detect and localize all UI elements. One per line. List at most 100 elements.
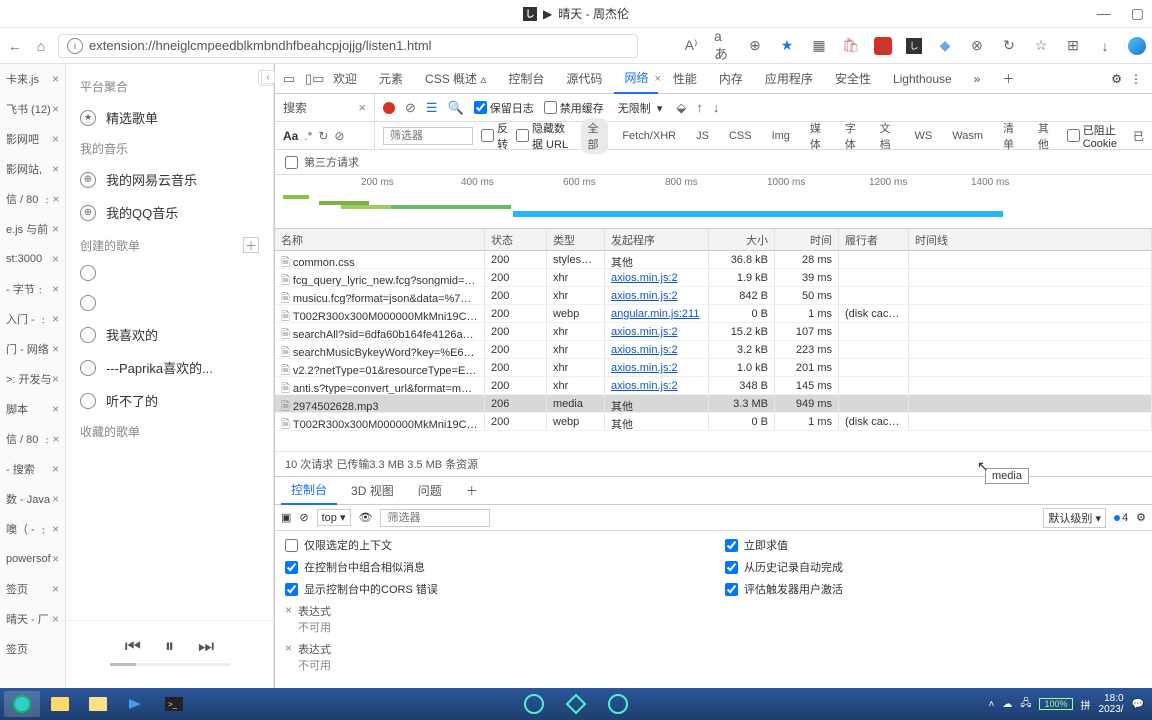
more-tabs-button[interactable]: » — [964, 66, 991, 92]
cart-icon[interactable]: 🛍 — [842, 37, 860, 55]
console-setting-checkbox[interactable]: 从历史记录自动完成 — [725, 559, 1142, 575]
col-initiator[interactable]: 发起程序 — [605, 229, 709, 250]
favorite-star-icon[interactable]: ★ — [778, 37, 796, 55]
more-menu-icon[interactable]: ⋮ — [1130, 72, 1142, 86]
close-tab-icon[interactable]: × — [52, 192, 59, 206]
record-button[interactable] — [383, 102, 395, 114]
taskbar-vscode-icon[interactable] — [118, 691, 154, 717]
close-tab-icon[interactable]: × — [52, 102, 59, 116]
sidebar-item-qq[interactable]: ⊕我的QQ音乐 — [66, 196, 273, 229]
drawer-add-tab[interactable]: ＋ — [456, 477, 488, 504]
third-party-checkbox[interactable] — [285, 156, 298, 169]
console-context-select[interactable]: top ▾ — [317, 509, 351, 526]
col-status[interactable]: 状态 — [485, 229, 547, 250]
sidebar-item-playlist[interactable] — [66, 258, 273, 288]
browser-tab[interactable]: >: 开发与× — [0, 364, 65, 394]
devtools-tab[interactable]: 网络 — [614, 63, 658, 94]
sidebar-item-playlist[interactable] — [66, 288, 273, 318]
console-setting-checkbox[interactable]: 仅限选定的上下文 — [285, 537, 705, 553]
col-name[interactable]: 名称 — [275, 229, 485, 250]
console-setting-checkbox[interactable]: 立即求值 — [725, 537, 1142, 553]
live-expression[interactable]: ×表达式不可用 — [285, 603, 705, 635]
third-party-filter[interactable]: 第三方请求 — [275, 150, 1152, 175]
profile-avatar[interactable] — [1128, 37, 1146, 55]
remove-expr-icon[interactable]: × — [285, 603, 292, 617]
zoom-icon[interactable]: ⊕ — [746, 37, 764, 55]
browser-tab[interactable]: 签页× — [0, 574, 65, 604]
taskbar-center2-icon[interactable] — [558, 691, 594, 717]
hide-data-url-checkbox[interactable]: 隐藏数据 URL — [516, 120, 573, 152]
filter-type-pill[interactable]: WS — [909, 128, 939, 144]
col-waterfall[interactable]: 时间线 — [909, 229, 1152, 250]
tab-memory[interactable]: 内存 — [709, 64, 753, 93]
taskbar-center1-icon[interactable] — [516, 691, 552, 717]
browser-tab[interactable]: 影网吧× — [0, 124, 65, 154]
close-tab-icon[interactable]: × — [52, 132, 59, 146]
close-tab-icon[interactable]: × — [52, 432, 59, 446]
network-request-row[interactable]: 🗎anti.s?type=convert_url&format=mp3&r...… — [275, 377, 1152, 395]
clear-search-icon[interactable]: ⊘ — [334, 129, 344, 143]
console-setting-checkbox[interactable]: 显示控制台中的CORS 错误 — [285, 581, 705, 597]
tab-security[interactable]: 安全性 — [825, 64, 881, 93]
network-request-row[interactable]: 🗎T002R300x300M000000MkMni19CIKG.jpg200we… — [275, 413, 1152, 431]
collections-icon[interactable]: ▦ — [810, 37, 828, 55]
browser-tab[interactable]: 飞书 (12)× — [0, 94, 65, 124]
taskbar-edge-icon[interactable] — [4, 691, 40, 717]
live-expr-icon[interactable]: 👁 — [359, 511, 373, 524]
tray-time[interactable]: 18:0 — [1099, 693, 1124, 704]
sidebar-item-cantplay[interactable]: 听不了的 — [66, 384, 273, 417]
live-expression[interactable]: ×表达式不可用 — [285, 641, 705, 673]
col-fulfilled[interactable]: 履行者 — [839, 229, 909, 250]
favorites-bar-icon[interactable]: ☆ — [1032, 37, 1050, 55]
maximize-button[interactable]: ▢ — [1131, 5, 1144, 22]
tray-onedrive-icon[interactable]: ☁ — [1002, 699, 1012, 710]
browser-tab[interactable]: 影网站,× — [0, 154, 65, 184]
regex-icon[interactable]: .* — [304, 129, 312, 143]
search-icon[interactable]: 🔍 — [448, 100, 464, 116]
console-setting-checkbox[interactable]: 评估触发器用户激活 — [725, 581, 1142, 597]
devtools-tab[interactable]: CSS 概述 ▵ — [415, 64, 496, 93]
network-request-row[interactable]: 🗎v2.2?netType=01&resourceType=E&son...20… — [275, 359, 1152, 377]
close-tab-icon[interactable]: × — [52, 342, 59, 356]
console-settings-icon[interactable]: ⚙ — [1136, 511, 1146, 524]
clear-button[interactable]: ⊘ — [405, 100, 416, 116]
inspect-element-icon[interactable]: ▭ — [279, 71, 299, 87]
network-request-row[interactable]: 🗎musicu.fcg?format=json&data=%7B%22r...2… — [275, 287, 1152, 305]
filter-type-pill[interactable]: 其他 — [1032, 118, 1059, 154]
sidebar-item-paprika[interactable]: ---Paprika喜欢的... — [66, 351, 273, 384]
close-tab-icon[interactable]: × — [52, 72, 59, 86]
filter-type-pill[interactable]: Fetch/XHR — [616, 128, 682, 144]
upload-har-icon[interactable]: ↑ — [696, 100, 703, 115]
collapse-devtools-button[interactable]: ‹ — [261, 70, 275, 84]
network-request-row[interactable]: 🗎fcg_query_lyric_new.fcg?songmid=0039...… — [275, 269, 1152, 287]
filter-type-pill[interactable]: 清单 — [997, 118, 1024, 154]
taskbar-explorer-icon[interactable] — [42, 691, 78, 717]
close-tab-icon[interactable]: × — [52, 222, 59, 236]
disable-cache-checkbox[interactable]: 禁用缓存 — [544, 100, 604, 116]
browser-tab[interactable]: - 搜索× — [0, 454, 65, 484]
add-tab-button[interactable]: ＋ — [992, 64, 1024, 93]
notifications-icon[interactable]: 💬 — [1132, 699, 1144, 710]
close-tab-icon[interactable]: × — [52, 402, 59, 416]
browser-tab[interactable]: 晴天 - 厂× — [0, 604, 65, 634]
log-level-select[interactable]: 默认级别 ▾ — [1043, 508, 1106, 528]
tab-lighthouse[interactable]: Lighthouse — [883, 66, 962, 92]
browser-tab[interactable]: st:3000× — [0, 244, 65, 274]
close-tab-icon[interactable]: × — [52, 282, 59, 296]
close-tab-icon[interactable]: × — [52, 372, 59, 386]
devtools-tab[interactable]: 元素 — [369, 64, 413, 93]
battery-indicator[interactable]: 100% — [1039, 698, 1072, 710]
translate-icon[interactable]: aあ — [714, 37, 732, 55]
devtools-tab[interactable]: 欢迎 — [323, 64, 367, 93]
download-har-icon[interactable]: ↓ — [713, 100, 720, 115]
browser-tab[interactable]: 信 / 80 ﹕× — [0, 424, 65, 454]
close-tab-icon[interactable]: × — [654, 73, 660, 85]
read-aloud-icon[interactable]: A⁾ — [682, 37, 700, 55]
console-filter-input[interactable] — [380, 509, 490, 527]
browser-tab[interactable]: 签页 — [0, 634, 65, 664]
address-bar[interactable]: i extension://hneiglcmpeedblkmbndhfbeahc… — [58, 34, 638, 58]
close-tab-icon[interactable]: × — [52, 522, 59, 536]
filter-type-pill[interactable]: CSS — [723, 128, 758, 144]
network-timeline[interactable]: 200 ms400 ms600 ms800 ms1000 ms1200 ms14… — [275, 175, 1152, 229]
drawer-tab-console[interactable]: 控制台 — [281, 476, 337, 505]
